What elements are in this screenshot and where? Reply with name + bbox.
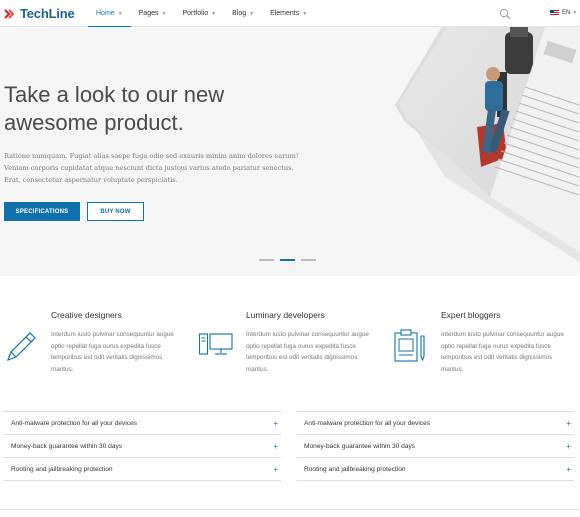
plus-icon: +: [566, 441, 571, 451]
slider-dot-1[interactable]: [259, 259, 274, 261]
accordion-left: Anti-malware protection for all your dev…: [4, 411, 281, 481]
feature-text: Interdum iusto pulvinar consequuntur aug…: [51, 331, 174, 373]
hero-title-line1: Take a look to our new: [4, 82, 225, 107]
divider: [0, 509, 580, 510]
language-selector[interactable]: EN ▼: [550, 8, 577, 18]
chevron-down-icon: ▼: [117, 10, 123, 17]
chevron-down-icon: ▼: [249, 10, 255, 17]
feature-title: Creative designers: [51, 310, 122, 320]
menu-item-label: Blog: [232, 10, 247, 17]
search-icon[interactable]: [499, 7, 511, 20]
pen-icon: [4, 328, 40, 364]
top-navbar: TechLine Home ▼ Pages ▼ Portfolio ▼ Blog…: [0, 0, 580, 28]
hero-description: Ratione numquam. Fugiat alias saepe fuga…: [4, 152, 299, 184]
accordion-item[interactable]: Rooting and jailbreaking protection +: [297, 458, 574, 481]
slider-dot-2[interactable]: [280, 259, 295, 261]
feature-title: Expert bloggers: [441, 310, 501, 320]
hero-slider: Take a look to our new awesome product. …: [0, 27, 580, 276]
main-menu: Home ▼ Pages ▼ Portfolio ▼ Blog ▼ Elemen…: [88, 0, 315, 28]
chevron-down-icon: ▼: [211, 10, 217, 17]
chevron-down-icon: ▼: [302, 10, 308, 17]
plus-icon: +: [566, 418, 571, 428]
menu-item-portfolio[interactable]: Portfolio ▼: [174, 0, 224, 27]
hero-title-line2: awesome product.: [4, 110, 184, 135]
accordion-right: Anti-malware protection for all your dev…: [297, 411, 574, 481]
accordion-label: Anti-malware protection for all your dev…: [11, 419, 138, 427]
us-flag-icon: [550, 10, 559, 16]
computer-icon: [198, 328, 235, 364]
specifications-button[interactable]: SPECIFICATIONS: [4, 202, 80, 221]
menu-item-label: Pages: [138, 10, 159, 17]
menu-item-label: Portfolio: [182, 10, 209, 17]
slider-pagination: [259, 259, 322, 261]
accordion-label: Money-back guarantee within 30 days: [304, 442, 416, 450]
logo[interactable]: TechLine: [4, 5, 75, 22]
menu-item-home[interactable]: Home ▼: [88, 0, 131, 28]
menu-item-pages[interactable]: Pages ▼: [131, 0, 175, 27]
accordion-label: Money-back guarantee within 30 days: [11, 442, 123, 450]
menu-item-elements[interactable]: Elements ▼: [262, 0, 315, 27]
accordion-item[interactable]: Money-back guarantee within 30 days +: [4, 435, 281, 458]
plus-icon: +: [273, 441, 278, 451]
hero-title: Take a look to our new awesome product.: [4, 81, 294, 137]
logo-text: TechLine: [20, 6, 75, 21]
accordion-item[interactable]: Anti-malware protection for all your dev…: [4, 412, 281, 435]
feature-title: Luminary developers: [246, 310, 325, 320]
chevron-down-icon: ▼: [161, 10, 167, 17]
buy-now-button[interactable]: BUY NOW: [87, 202, 144, 221]
language-code: EN: [562, 10, 571, 16]
magazine-image: [395, 27, 580, 262]
plus-icon: +: [566, 464, 571, 474]
plus-icon: +: [273, 464, 278, 474]
slider-dot-3[interactable]: [301, 259, 316, 261]
clipboard-icon: [394, 328, 430, 364]
chevron-down-icon: ▼: [572, 10, 578, 16]
menu-item-blog[interactable]: Blog ▼: [224, 0, 262, 27]
accordion-item[interactable]: Anti-malware protection for all your dev…: [297, 412, 574, 435]
feature-text: Interdum iusto pulvinar consequuntur aug…: [246, 331, 369, 373]
accordion-label: Rooting and jailbreaking protection: [11, 465, 113, 473]
feature-text: Interdum iusto pulvinar consequuntur aug…: [441, 331, 564, 373]
logo-mark-icon: [4, 7, 17, 20]
accordion-label: Rooting and jailbreaking protection: [304, 465, 406, 473]
accordion-item[interactable]: Rooting and jailbreaking protection +: [4, 458, 281, 481]
accordion-label: Anti-malware protection for all your dev…: [304, 419, 431, 427]
plus-icon: +: [273, 418, 278, 428]
accordion-item[interactable]: Money-back guarantee within 30 days +: [297, 435, 574, 458]
menu-item-label: Elements: [270, 10, 300, 17]
menu-item-label: Home: [96, 10, 115, 17]
